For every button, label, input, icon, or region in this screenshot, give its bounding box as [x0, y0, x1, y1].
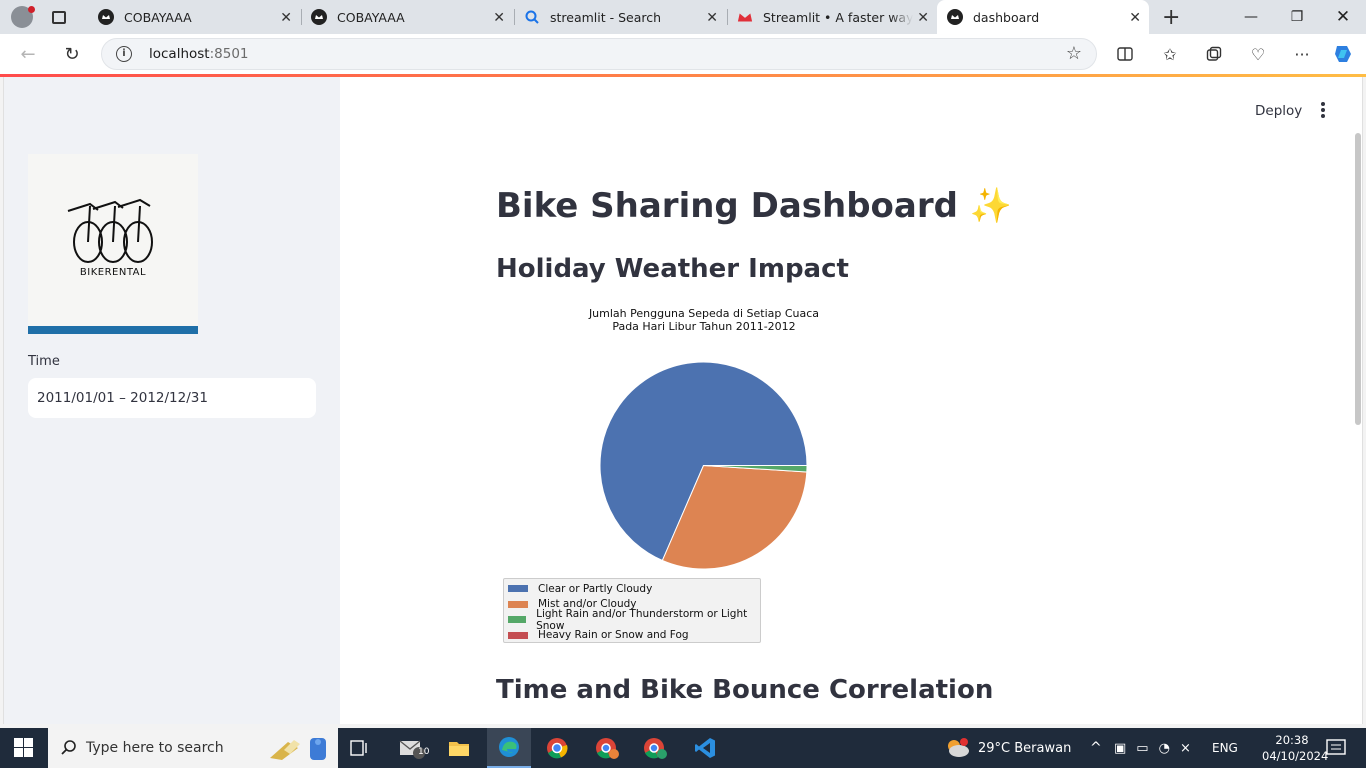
browser-essentials-icon[interactable]: ♡	[1245, 42, 1271, 66]
taskbar-search-placeholder: Type here to search	[86, 740, 224, 756]
page-title: Bike Sharing Dashboard ✨	[496, 186, 1012, 226]
address-toolbar: ← ↻ i localhost:8501 ☆ ✩ ♡ ···	[0, 34, 1366, 74]
main-menu-icon[interactable]	[1321, 102, 1327, 118]
more-menu-icon[interactable]: ···	[1289, 42, 1315, 66]
tab-title: COBAYAAA	[337, 9, 405, 25]
split-screen-icon[interactable]	[1112, 42, 1138, 66]
legend-label: Heavy Rain or Snow and Fog	[538, 629, 689, 642]
streamlit-icon	[98, 9, 114, 25]
section-title-time-correlation: Time and Bike Bounce Correlation	[496, 675, 994, 705]
tab-dashboard[interactable]: dashboard ✕	[937, 0, 1149, 34]
chrome-profile-r-icon[interactable]	[585, 728, 629, 768]
logo-text: BIKERENTAL	[79, 267, 147, 278]
favorites-icon[interactable]: ✩	[1157, 42, 1183, 66]
url-host: localhost	[149, 46, 210, 62]
weather-widget[interactable]: 29°C Berawan	[944, 728, 1071, 768]
notifications-icon[interactable]	[1326, 728, 1346, 768]
favorite-star-icon[interactable]: ☆	[1066, 43, 1082, 64]
camera-icon: ▣	[1114, 740, 1127, 756]
tab-cobayaaa-2[interactable]: COBAYAAA ✕	[301, 0, 513, 34]
profile-button[interactable]	[0, 0, 44, 34]
sparkles-icon: ✨	[969, 186, 1013, 226]
clock-time: 20:38	[1275, 733, 1309, 747]
clock[interactable]: 20:38 04/10/2024	[1262, 732, 1329, 764]
vscode-icon[interactable]	[683, 728, 727, 768]
legend-swatch	[508, 585, 528, 593]
chrome-profile-m-icon[interactable]	[633, 728, 677, 768]
sidebar: BIKERENTAL Time 2011/01/01 – 2012/12/31	[4, 77, 340, 724]
close-icon[interactable]: ✕	[706, 10, 718, 26]
taskbar: Type here to search 10 29°C Berawan ^ ▣ ▭…	[0, 728, 1366, 768]
tab-cobayaaa-1[interactable]: COBAYAAA ✕	[88, 0, 300, 34]
url-text[interactable]: localhost:8501	[149, 46, 249, 62]
show-hidden-icons[interactable]: ^	[1090, 728, 1102, 768]
section-title-holiday-weather: Holiday Weather Impact	[496, 254, 849, 284]
url-port: :8501	[209, 46, 249, 62]
page-title-text: Bike Sharing Dashboard	[496, 186, 958, 226]
edge-browser-icon[interactable]	[487, 728, 531, 768]
legend-swatch	[508, 631, 528, 639]
site-info-icon[interactable]: i	[116, 46, 132, 62]
deploy-button[interactable]: Deploy	[1255, 103, 1302, 119]
close-icon[interactable]: ✕	[280, 10, 292, 26]
mail-app-icon[interactable]: 10	[390, 728, 434, 768]
notification-dot	[28, 6, 35, 13]
tab-title: COBAYAAA	[124, 9, 192, 25]
logo-footer-strip	[28, 326, 198, 334]
wifi-icon: ◔	[1158, 740, 1170, 756]
new-tab-button[interactable]: +	[1162, 5, 1180, 30]
collections-icon[interactable]	[1201, 42, 1227, 66]
weather-text: 29°C Berawan	[978, 740, 1072, 756]
legend-swatch	[508, 616, 527, 624]
tab-title: dashboard	[973, 9, 1040, 25]
close-icon[interactable]: ✕	[917, 10, 929, 26]
legend-item: Light Rain and/or Thunderstorm or Light …	[508, 608, 756, 632]
search-icon	[61, 740, 76, 755]
task-view-icon[interactable]	[338, 728, 382, 768]
streamlit-crown-icon	[737, 9, 753, 25]
tab-actions-button[interactable]	[44, 0, 74, 34]
address-bar[interactable]: i localhost:8501 ☆	[101, 38, 1097, 70]
volume-muted-icon: ×	[1179, 740, 1191, 756]
refresh-button[interactable]: ↻	[59, 42, 85, 66]
bikerental-logo: BIKERENTAL	[28, 154, 198, 334]
scrollbar[interactable]	[1355, 133, 1361, 425]
tab-title: streamlit - Search	[550, 9, 662, 25]
legend-label: Clear or Partly Cloudy	[538, 582, 653, 595]
date-range-input[interactable]: 2011/01/01 – 2012/12/31	[28, 378, 316, 418]
streamlit-icon	[947, 9, 963, 25]
streamlit-icon	[311, 9, 327, 25]
legend-item: Clear or Partly Cloudy	[508, 581, 756, 597]
copilot-icon[interactable]	[1331, 42, 1357, 66]
weather-cloud-icon	[948, 738, 969, 757]
taskbar-search[interactable]: Type here to search	[48, 728, 338, 768]
search-icon	[524, 9, 540, 25]
tab-title: Streamlit • A faster way to bu	[763, 9, 913, 25]
tab-streamlit-search[interactable]: streamlit - Search ✕	[514, 0, 726, 34]
search-highlight-icon	[268, 736, 338, 766]
close-icon[interactable]: ✕	[1129, 10, 1141, 26]
close-icon[interactable]: ✕	[493, 10, 505, 26]
bicycles-logo-icon	[67, 198, 153, 263]
tab-streamlit-home[interactable]: Streamlit • A faster way to bu ✕	[727, 0, 937, 34]
mail-badge: 10	[418, 747, 430, 757]
back-button[interactable]: ←	[15, 42, 41, 66]
chart-legend: Clear or Partly Cloudy Mist and/or Cloudy…	[503, 578, 761, 643]
chrome-icon[interactable]	[535, 728, 579, 768]
minimize-button[interactable]: —	[1228, 0, 1274, 34]
legend-swatch	[508, 600, 528, 608]
time-label: Time	[28, 354, 60, 369]
file-explorer-icon[interactable]	[437, 728, 481, 768]
legend-label: Light Rain and/or Thunderstorm or Light …	[536, 607, 748, 632]
clock-date: 04/10/2024	[1262, 749, 1329, 763]
tab-actions-icon	[52, 10, 66, 24]
language-indicator[interactable]: ENG	[1212, 728, 1238, 768]
system-tray-icons[interactable]: ▣ ▭ ◔ ×	[1114, 728, 1191, 768]
battery-icon: ▭	[1136, 740, 1149, 756]
windows-start-icon[interactable]	[14, 738, 34, 758]
close-window-button[interactable]: ✕	[1320, 0, 1366, 34]
restore-button[interactable]: ❐	[1274, 0, 1320, 34]
